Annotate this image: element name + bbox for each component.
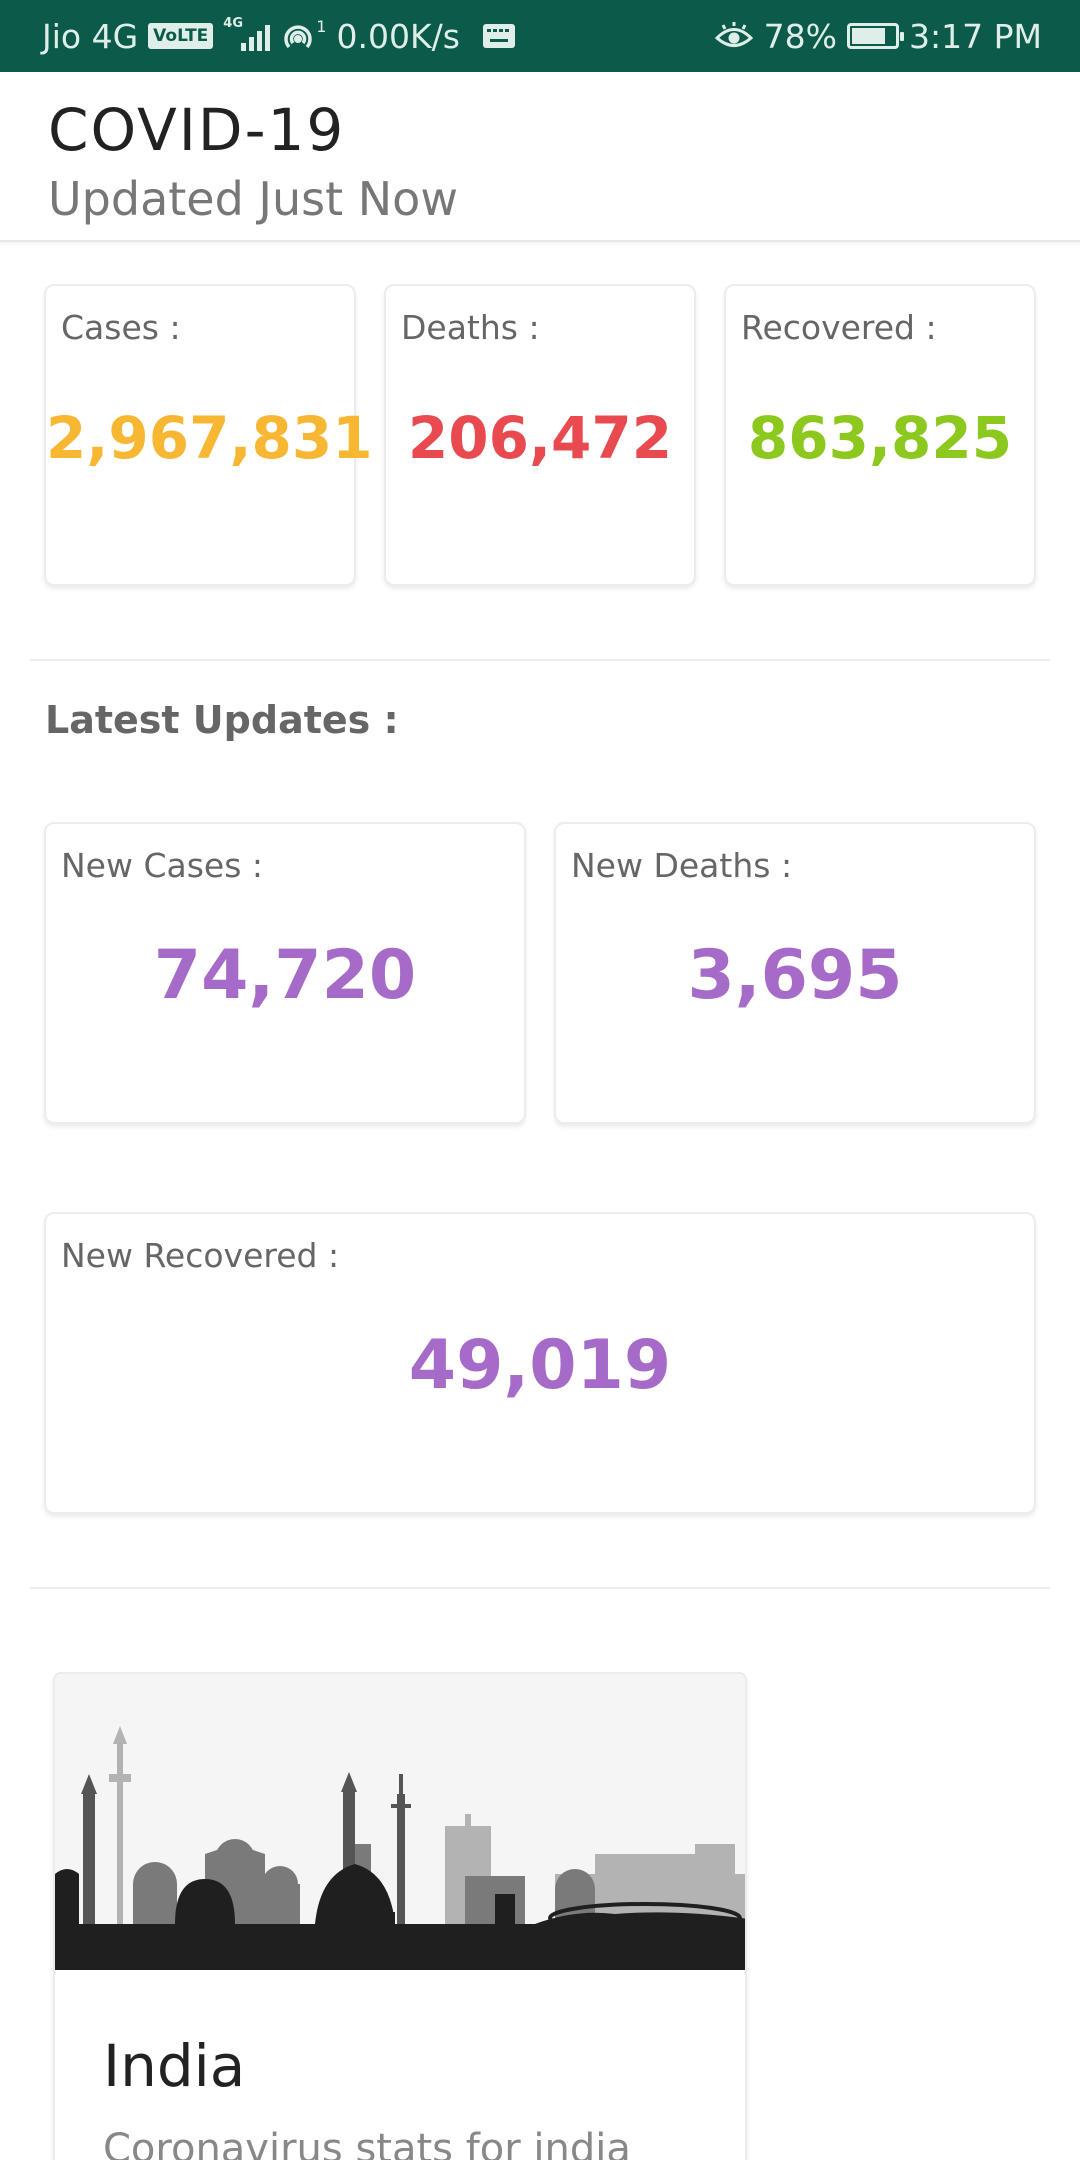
cases-label: Cases : — [61, 308, 181, 347]
network-speed: 0.00K/s — [336, 16, 460, 56]
new-cases-value: 74,720 — [153, 936, 417, 1015]
eye-comfort-icon — [714, 21, 754, 51]
update-status: Updated Just Now — [48, 172, 458, 226]
new-recovered-value: 49,019 — [408, 1326, 672, 1405]
deaths-label: Deaths : — [401, 308, 540, 347]
keyboard-icon — [482, 23, 516, 49]
recovered-card: Recovered : 863,825 — [724, 284, 1036, 586]
divider — [30, 1587, 1050, 1589]
new-cases-card: New Cases : 74,720 — [44, 822, 526, 1124]
divider — [30, 659, 1050, 661]
new-recovered-card: New Recovered : 49,019 — [44, 1212, 1036, 1514]
status-bar-left: Jio 4G VoLTE 4G 1 0.00K/s — [42, 0, 516, 72]
cases-card: Cases : 2,967,831 — [44, 284, 373, 586]
cases-value: 2,967,831 — [46, 404, 373, 472]
signal-icon: 4G — [223, 17, 271, 51]
deaths-value: 206,472 — [407, 404, 673, 472]
battery-percent: 78% — [763, 16, 838, 56]
volte-badge: VoLTE — [148, 23, 214, 49]
clock: 3:17 PM — [909, 16, 1042, 56]
new-recovered-label: New Recovered : — [61, 1236, 340, 1275]
app-header: COVID-19 Updated Just Now — [0, 72, 1080, 242]
carrier-label: Jio 4G — [42, 16, 139, 56]
country-card[interactable]: India Coronavirus stats for india — [53, 1672, 747, 2160]
country-name: India — [103, 2032, 246, 2100]
deaths-card: Deaths : 206,472 — [384, 284, 696, 586]
country-description: Coronavirus stats for india — [103, 2126, 631, 2160]
new-deaths-label: New Deaths : — [571, 846, 793, 885]
network-tag: 4G — [223, 16, 244, 31]
recovered-value: 863,825 — [747, 404, 1013, 472]
skyline-image — [55, 1674, 745, 1970]
page-title: COVID-19 — [48, 96, 346, 164]
new-cases-label: New Cases : — [61, 846, 264, 885]
status-bar: Jio 4G VoLTE 4G 1 0.00K/s 78% 3:17 PM — [0, 0, 1080, 72]
new-deaths-card: New Deaths : 3,695 — [554, 822, 1036, 1124]
hotspot-icon: 1 — [280, 17, 327, 53]
recovered-label: Recovered : — [741, 308, 937, 347]
hotspot-count: 1 — [316, 17, 327, 36]
status-bar-right: 78% 3:17 PM — [714, 0, 1042, 72]
battery-icon — [847, 23, 905, 49]
latest-updates-title: Latest Updates : — [45, 698, 399, 742]
new-deaths-value: 3,695 — [687, 936, 903, 1015]
